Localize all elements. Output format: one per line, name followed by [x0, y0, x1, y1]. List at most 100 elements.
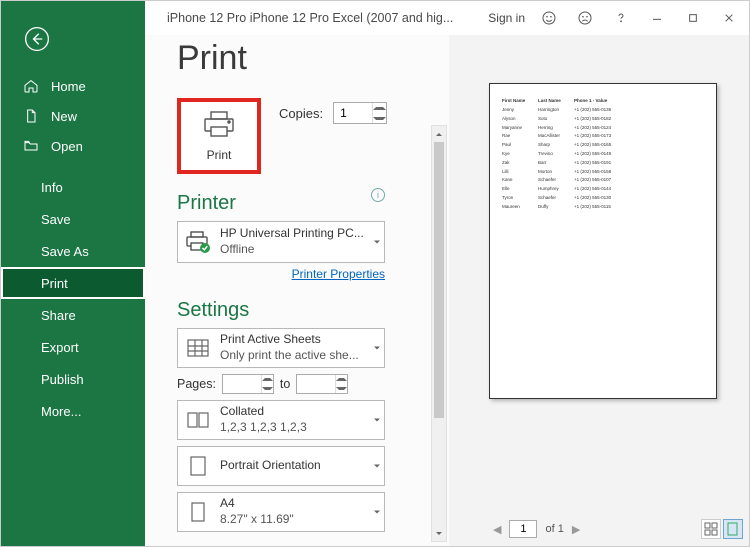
print-backstage: Print Print Copies: 1 Printer i [145, 35, 749, 546]
print-what-selector[interactable]: Print Active SheetsOnly print the active… [177, 328, 385, 368]
nav-print[interactable]: Print [1, 267, 145, 299]
page-title: Print [177, 39, 425, 78]
print-form: Print Print Copies: 1 Printer i [145, 35, 425, 546]
scroll-thumb[interactable] [434, 142, 444, 418]
table-row: MaryanneHerring+1 (202) 555-0124 [502, 125, 704, 130]
window-title: iPhone 12 Pro iPhone 12 Pro Excel (2007 … [145, 11, 482, 25]
copies-value[interactable]: 1 [334, 103, 372, 123]
printer-heading: Printer [177, 192, 236, 215]
sheets-icon [184, 334, 212, 362]
settings-heading: Settings [177, 299, 425, 322]
nav-publish[interactable]: Publish [1, 363, 145, 395]
help-icon[interactable] [603, 1, 639, 35]
table-row: LilliMorton+1 (202) 555-0158 [502, 169, 704, 174]
nav-label: Info [41, 180, 63, 195]
show-margins-button[interactable] [701, 519, 721, 539]
printer-properties-link[interactable]: Printer Properties [177, 267, 385, 281]
scroll-down-icon[interactable] [432, 525, 446, 541]
pages-from[interactable] [222, 374, 274, 394]
nav-label: Export [41, 340, 79, 355]
printer-name: HP Universal Printing PC... [220, 226, 364, 242]
titlebar-right: Sign in [482, 1, 749, 35]
printer-info-icon[interactable]: i [371, 188, 385, 202]
chevron-down-icon [374, 465, 380, 468]
collation-title: Collated [220, 404, 307, 420]
collation-sub: 1,2,3 1,2,3 1,2,3 [220, 420, 307, 436]
minimize-button[interactable] [639, 1, 675, 35]
printer-selector[interactable]: HP Universal Printing PC...Offline [177, 221, 385, 263]
new-icon [23, 108, 39, 124]
nav-label: Home [51, 79, 86, 94]
table-row: ElleHumphrey+1 (202) 555-0144 [502, 186, 704, 191]
table-row: AlysonSoto+1 (202) 555-0182 [502, 116, 704, 121]
title-bar: iPhone 12 Pro iPhone 12 Pro Excel (2007 … [145, 1, 749, 35]
table-row: ZakBarr+1 (202) 555-0191 [502, 160, 704, 165]
nav-save[interactable]: Save [1, 203, 145, 235]
table-row: RaeMacAllister+1 (202) 555-0173 [502, 133, 704, 138]
print-what-title: Print Active Sheets [220, 332, 359, 348]
paper-title: A4 [220, 496, 294, 512]
table-row: KaneSchaefer+1 (202) 555-0107 [502, 177, 704, 182]
copies-label: Copies: [279, 106, 323, 121]
copies-steppers[interactable] [372, 103, 386, 123]
nav-label: Open [51, 139, 83, 154]
zoom-to-page-button[interactable] [723, 519, 743, 539]
collated-icon [184, 406, 212, 434]
page-icon [184, 498, 212, 526]
pages-to-label: to [280, 377, 290, 391]
copies-spinner[interactable]: 1 [333, 102, 387, 124]
orientation-selector[interactable]: Portrait Orientation [177, 446, 385, 486]
nav-info[interactable]: Info [1, 171, 145, 203]
col-header: Phone 1 - Value [574, 98, 612, 103]
printer-status-icon [184, 228, 212, 256]
scroll-up-icon[interactable] [432, 126, 446, 142]
nav-label: Save [41, 212, 71, 227]
frown-icon[interactable] [567, 1, 603, 35]
nav-more[interactable]: More... [1, 395, 145, 427]
orientation-title: Portrait Orientation [220, 458, 321, 474]
paper-size-selector[interactable]: A48.27" x 11.69" [177, 492, 385, 532]
nav-home[interactable]: Home [1, 71, 145, 101]
smile-icon[interactable] [531, 1, 567, 35]
nav-label: Publish [41, 372, 84, 387]
print-button[interactable]: Print [177, 98, 261, 174]
close-button[interactable] [711, 1, 747, 35]
table-row: PaulSharp+1 (202) 555-0165 [502, 142, 704, 147]
chevron-down-icon [374, 419, 380, 422]
backstage-sidebar: Home New Open Info Save Save As Print Sh… [1, 1, 145, 546]
collation-selector[interactable]: Collated1,2,3 1,2,3 1,2,3 [177, 400, 385, 440]
printer-icon [202, 110, 236, 138]
open-icon [23, 138, 39, 154]
table-row: KyeTrevino+1 (202) 555-0149 [502, 151, 704, 156]
col-header: First Name [502, 98, 530, 103]
current-page-input[interactable]: 1 [509, 520, 537, 538]
settings-scrollbar[interactable] [431, 125, 447, 542]
nav-saveas[interactable]: Save As [1, 235, 145, 267]
pages-to[interactable] [296, 374, 348, 394]
chevron-down-icon [374, 511, 380, 514]
nav-label: Save As [41, 244, 89, 259]
preview-pager: ◀ 1 of 1 ▶ [449, 518, 749, 540]
nav-open[interactable]: Open [1, 131, 145, 161]
back-button[interactable] [19, 21, 55, 57]
nav-label: Share [41, 308, 76, 323]
nav-export[interactable]: Export [1, 331, 145, 363]
chevron-down-icon [374, 241, 380, 244]
nav-share[interactable]: Share [1, 299, 145, 331]
printer-status: Offline [220, 242, 364, 258]
nav-new[interactable]: New [1, 101, 145, 131]
next-page-button[interactable]: ▶ [568, 523, 584, 536]
preview-page: First Name Last Name Phone 1 - Value Jen… [489, 83, 717, 399]
sign-in-link[interactable]: Sign in [482, 11, 531, 25]
portrait-icon [184, 452, 212, 480]
print-what-sub: Only print the active she... [220, 348, 359, 364]
paper-sub: 8.27" x 11.69" [220, 512, 294, 528]
prev-page-button[interactable]: ◀ [489, 523, 505, 536]
nav-label: Print [41, 276, 68, 291]
maximize-button[interactable] [675, 1, 711, 35]
chevron-down-icon [374, 347, 380, 350]
page-of-label: of 1 [545, 523, 563, 535]
col-header: Last Name [538, 98, 566, 103]
print-preview: First Name Last Name Phone 1 - Value Jen… [449, 35, 749, 546]
nav-label: More... [41, 404, 81, 419]
